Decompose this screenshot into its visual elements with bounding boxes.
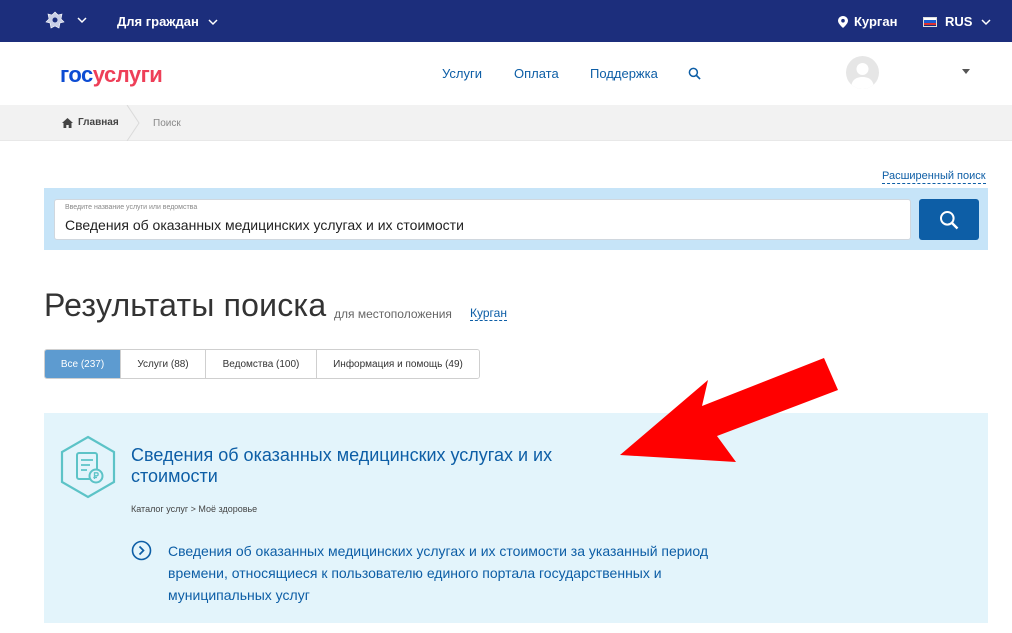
home-icon bbox=[62, 117, 73, 128]
results-tabs: Все (237) Услуги (88) Ведомства (100) Ин… bbox=[44, 349, 480, 379]
result-title-link[interactable]: Сведения об оказанных медицинских услуга… bbox=[131, 445, 571, 487]
citizens-menu[interactable]: Для граждан bbox=[117, 14, 219, 29]
tab-departments[interactable]: Ведомства (100) bbox=[206, 350, 317, 378]
tab-info-help[interactable]: Информация и помощь (49) bbox=[317, 350, 479, 378]
result-catalog-path: Каталог услуг > Моё здоровье bbox=[131, 504, 258, 514]
crest-icon[interactable] bbox=[44, 10, 66, 32]
logo-part-gos: гос bbox=[60, 62, 93, 87]
breadcrumb-home[interactable]: Главная bbox=[62, 117, 119, 128]
chevron-down-icon bbox=[981, 18, 991, 25]
flag-ru-icon bbox=[923, 16, 937, 27]
nav-support[interactable]: Поддержка bbox=[590, 66, 658, 81]
breadcrumb: Главная Поиск bbox=[0, 105, 1012, 141]
results-location-city[interactable]: Курган bbox=[470, 306, 507, 321]
language-selector[interactable]: RUS bbox=[923, 14, 992, 29]
location-selector[interactable]: Курган bbox=[838, 14, 897, 29]
red-arrow-annotation bbox=[620, 358, 838, 462]
result-service-link[interactable]: Сведения об оказанных медицинских услуга… bbox=[168, 540, 738, 606]
language-label: RUS bbox=[945, 14, 973, 29]
search-icon bbox=[940, 210, 959, 229]
chevron-down-icon[interactable] bbox=[76, 14, 88, 26]
results-title: Результаты поиска bbox=[44, 287, 327, 323]
search-field-label: Введите название услуги или ведомства bbox=[65, 204, 198, 211]
results-location-prefix: для местоположения bbox=[334, 307, 452, 321]
search-button[interactable] bbox=[919, 199, 979, 240]
location-pin-icon bbox=[838, 15, 848, 28]
avatar-icon[interactable] bbox=[846, 56, 879, 89]
service-document-icon bbox=[60, 435, 116, 499]
chevron-down-icon bbox=[208, 18, 218, 25]
nav-payment[interactable]: Оплата bbox=[514, 66, 559, 81]
logo-part-uslugi: услуги bbox=[92, 62, 163, 87]
top-bar: Для граждан Курган RUS bbox=[0, 0, 1012, 42]
gosuslugi-logo[interactable]: госуслуги bbox=[60, 62, 163, 88]
breadcrumb-separator bbox=[126, 105, 140, 141]
breadcrumb-home-label: Главная bbox=[78, 117, 119, 128]
location-label: Курган bbox=[854, 14, 898, 29]
search-panel: Введите название услуги или ведомства bbox=[44, 188, 988, 250]
search-field[interactable]: Введите название услуги или ведомства bbox=[54, 199, 911, 240]
tab-services[interactable]: Услуги (88) bbox=[121, 350, 206, 378]
main-header: госуслуги Услуги Оплата Поддержка bbox=[0, 42, 1012, 105]
citizens-label: Для граждан bbox=[117, 14, 199, 29]
breadcrumb-current: Поиск bbox=[153, 118, 181, 129]
advanced-search-link[interactable]: Расширенный поиск bbox=[882, 170, 986, 184]
chevron-right-circle-icon[interactable] bbox=[131, 540, 152, 561]
nav-services[interactable]: Услуги bbox=[442, 66, 482, 81]
chevron-down-icon[interactable] bbox=[962, 69, 970, 75]
search-icon[interactable] bbox=[688, 67, 701, 80]
search-input[interactable] bbox=[65, 217, 895, 233]
tab-all[interactable]: Все (237) bbox=[45, 350, 121, 378]
